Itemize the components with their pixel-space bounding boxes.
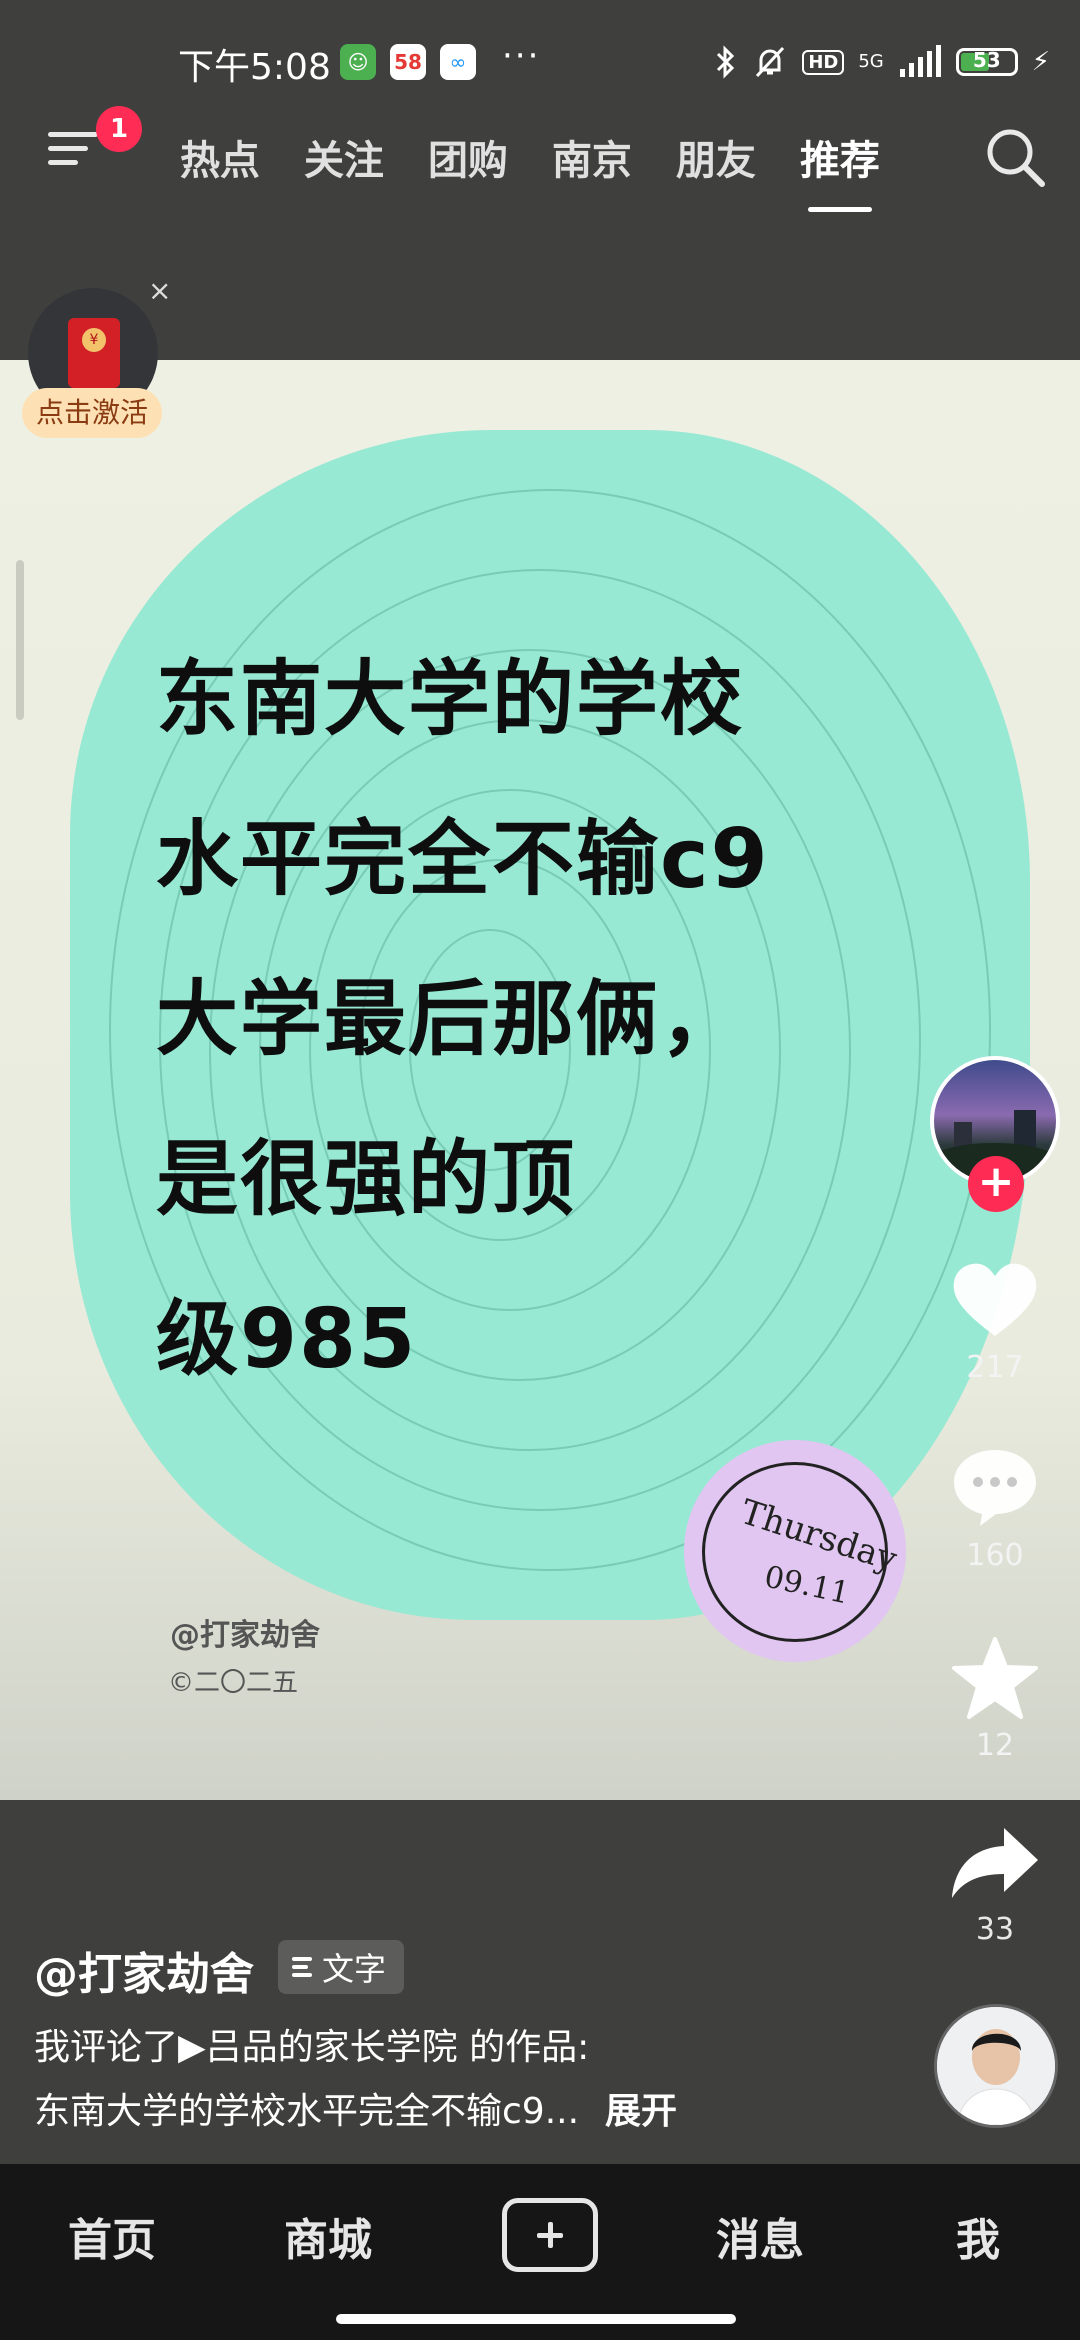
tab-hot[interactable]: 热点 [180,128,260,186]
activate-button[interactable]: 点击激活 [22,388,162,438]
text-tag[interactable]: 文字 [278,1940,405,1994]
date-stamp: Thursday 09.11 [684,1440,906,1662]
envelope-seal: ¥ [82,328,106,352]
post-text-line: 是很强的顶 [156,1132,577,1227]
battery-icon: 53 [955,48,1018,76]
favorite-action[interactable]: 12 [940,1630,1050,1763]
music-disc-avatar[interactable] [934,2004,1058,2128]
caption-line-2: 东南大学的学校水平完全不输c9... 展开 [34,2082,677,2134]
green-app-icon: ☺ [340,44,376,80]
post-text-line: 级985 [156,1292,418,1387]
tab-faded[interactable] [132,128,146,186]
scroll-indicator [16,560,24,720]
expand-link[interactable]: 展开 [605,2091,677,2132]
status-right: HD 5G 53 ⚡ [714,40,1050,84]
tag-label: 文字 [322,1950,387,1988]
share-icon [952,1828,1038,1898]
favorite-count: 12 [975,1728,1015,1763]
author-name[interactable]: @打家劫舍 [34,1938,254,2002]
post-text-line: 大学最后那俩， [156,972,745,1067]
create-plus-button[interactable] [502,2198,598,2272]
hd-icon: HD [802,49,845,75]
person-avatar [937,2007,1055,2125]
post-text-line: 东南大学的学校 [156,652,745,747]
charging-icon: ⚡ [1031,47,1050,77]
tab-friends[interactable]: 朋友 [676,128,756,186]
nav-mall[interactable]: 商城 [284,2204,372,2268]
tab-group-buy[interactable]: 团购 [428,128,508,186]
watermark: @打家劫舍 [170,1618,320,1653]
home-indicator [336,2314,736,2324]
tab-nanjing[interactable]: 南京 [552,128,632,186]
network-label: 5G [858,51,884,72]
copyright: ©二〇二五 [168,1668,299,1698]
comment-icon [954,1450,1036,1526]
signal-icon [899,45,941,77]
nav-me[interactable]: 我 [956,2204,1000,2268]
star-icon [952,1637,1038,1719]
menu-button[interactable] [48,132,98,172]
top-tabs: 热点 关注 团购 南京 朋友 推荐 [132,128,924,212]
close-icon[interactable]: × [148,274,171,307]
like-action[interactable]: 217 [940,1252,1050,1385]
58-app-icon: 58 [390,44,426,80]
mute-bell-icon [756,46,785,78]
share-action[interactable]: 33 [940,1814,1050,1947]
post-text-line: 水平完全不输c9 [156,812,770,907]
tab-following[interactable]: 关注 [304,128,384,186]
heart-icon [953,1263,1037,1336]
caption-text: 东南大学的学校水平完全不输c9... [34,2091,580,2132]
like-count: 217 [966,1350,1024,1385]
more-notifications-icon: ··· [502,36,541,76]
post-text: 东南大学的学校 水平完全不输c9 大学最后那俩， 是很强的顶 级985 [156,620,976,1420]
bluetooth-icon [717,45,735,79]
status-bar: 下午5:08 ☺ 58 ∞ ··· HD 5G 53 ⚡ [0,0,1080,120]
status-time: 下午5:08 [178,47,331,88]
comment-action[interactable]: 160 [940,1440,1050,1573]
text-lines-icon [292,1953,312,1981]
cloud-app-icon: ∞ [440,44,476,80]
search-icon[interactable] [982,124,1048,190]
battery-level: 53 [972,48,1001,72]
follow-button[interactable]: + [968,1156,1024,1212]
nav-home[interactable]: 首页 [68,2204,156,2268]
nav-messages[interactable]: 消息 [716,2204,804,2268]
share-count: 33 [975,1912,1015,1947]
comment-count: 160 [966,1538,1024,1573]
caption-line: 我评论了▶吕品的家长学院 的作品: [34,2027,590,2068]
tab-recommend[interactable]: 推荐 [800,128,880,212]
video-content[interactable]: 东南大学的学校 水平完全不输c9 大学最后那俩， 是很强的顶 级985 Thur… [0,360,1080,1800]
